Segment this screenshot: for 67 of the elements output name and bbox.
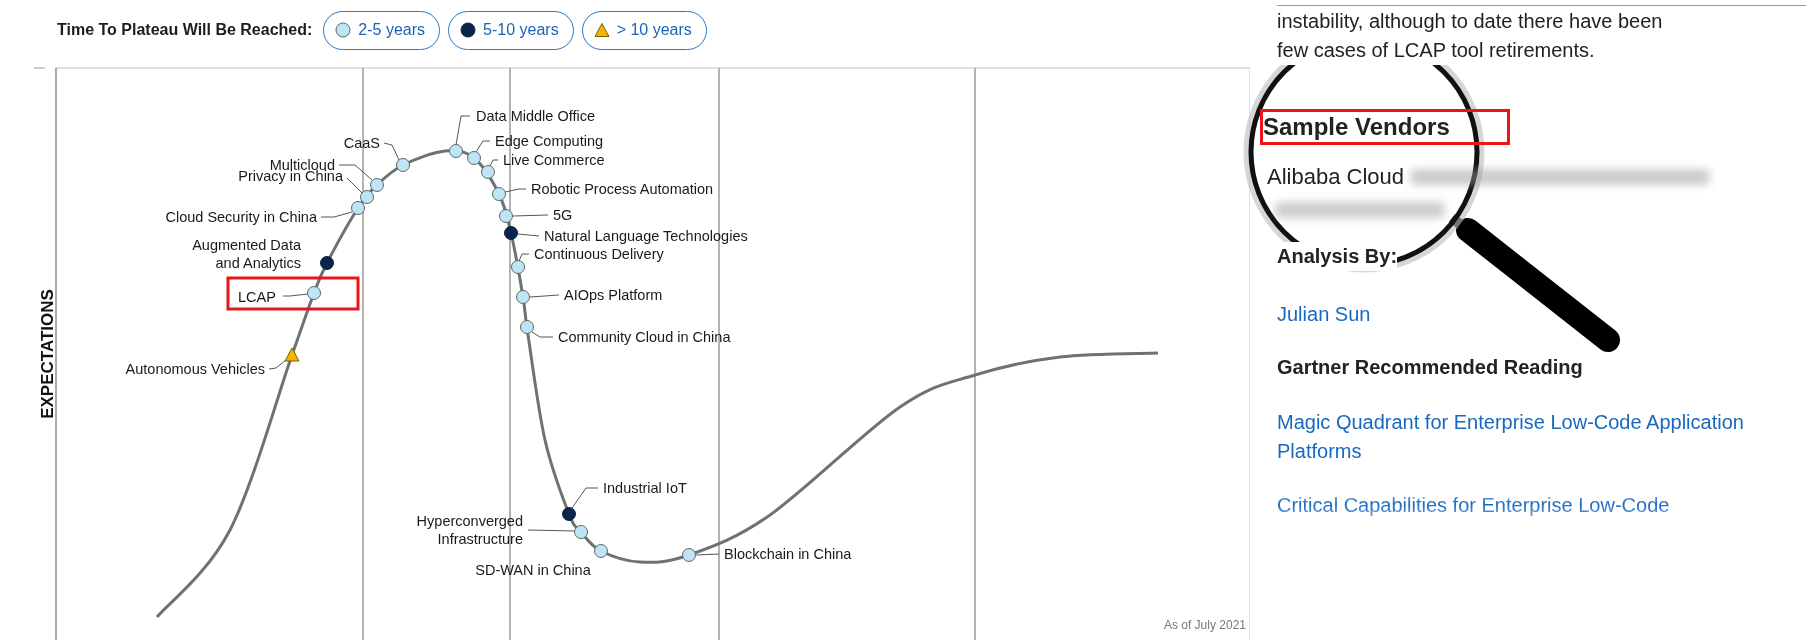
circle-marker[interactable] xyxy=(594,544,608,558)
leader-line xyxy=(475,140,491,153)
technology-label: Robotic Process Automation xyxy=(531,181,714,197)
technology-label: Hyperconverged Infrastructure xyxy=(416,513,523,547)
circle-marker[interactable] xyxy=(449,144,463,158)
technology-label: Blockchain in China xyxy=(724,546,852,562)
circle-marker[interactable] xyxy=(467,151,481,165)
leader-line xyxy=(527,529,576,532)
technology-label: Data Middle Office xyxy=(476,108,595,124)
reading-link[interactable]: Critical Capabilities for Enterprise Low-Code xyxy=(1277,491,1747,520)
technology-label: Augmented Data and Analytics xyxy=(192,237,301,271)
tick-mark xyxy=(33,67,46,69)
legend-title: Time To Plateau Will Be Reached: xyxy=(57,21,313,39)
technology-label: Continuous Delivery xyxy=(534,246,664,262)
circle-marker[interactable] xyxy=(396,158,410,172)
date-note: As of July 2021 xyxy=(1163,618,1246,632)
leader-line xyxy=(282,293,309,297)
technology-label: CaaS xyxy=(343,135,380,151)
circle-marker[interactable] xyxy=(562,507,576,521)
leader-line xyxy=(531,331,554,338)
leader-line xyxy=(383,142,400,161)
technology-label: SD-WAN in China xyxy=(475,562,591,578)
technology-label: Live Commerce xyxy=(503,152,605,168)
leader-line xyxy=(529,294,560,298)
technology-label: LCAP xyxy=(238,289,276,305)
leader-line xyxy=(571,487,599,509)
circle-marker[interactable] xyxy=(307,286,321,300)
legend-filter-button[interactable]: > 10 years xyxy=(581,10,707,50)
leader-line xyxy=(320,211,353,218)
technology-label: 5G xyxy=(553,207,573,223)
axis-label: EXPECTATIONS xyxy=(38,289,57,419)
circle-marker[interactable] xyxy=(682,548,696,562)
technology-label: Autonomous Vehicles xyxy=(125,361,265,377)
circle-marker-icon xyxy=(460,22,477,38)
leader-line xyxy=(489,159,499,167)
circle-marker-icon xyxy=(335,22,352,38)
leader-line xyxy=(695,553,720,556)
technology-label: Natural Language Technologies xyxy=(544,228,748,244)
leader-line xyxy=(455,115,471,146)
vendor-name: Alibaba Cloud xyxy=(1267,163,1404,191)
legend-filter-button[interactable]: 2-5 years xyxy=(323,10,441,50)
section-heading: Analysis By: xyxy=(1277,242,1398,271)
technology-label: AIOps Platform xyxy=(564,287,663,303)
leader-line xyxy=(518,253,530,262)
technology-label: Edge Computing xyxy=(495,133,603,149)
triangle-marker[interactable] xyxy=(284,347,300,362)
leader-line xyxy=(517,233,540,237)
circle-marker[interactable] xyxy=(574,525,588,539)
circle-marker[interactable] xyxy=(511,260,525,274)
circle-marker[interactable] xyxy=(492,187,506,201)
circle-marker[interactable] xyxy=(516,290,530,304)
reading-link[interactable]: Magic Quadrant for Enterprise Low-Code Application Platforms xyxy=(1277,408,1747,466)
leader-line xyxy=(268,359,287,370)
legend-filter-button[interactable]: 5-10 years xyxy=(448,10,574,50)
technology-label: Industrial IoT xyxy=(603,480,687,496)
circle-marker[interactable] xyxy=(481,165,495,179)
circle-marker[interactable] xyxy=(499,209,513,223)
analyst-link[interactable]: Julian Sun xyxy=(1277,300,1371,329)
circle-marker[interactable] xyxy=(320,256,334,270)
leader-line xyxy=(512,214,549,217)
circle-marker[interactable] xyxy=(520,320,534,334)
leader-line xyxy=(504,188,527,193)
section-heading: Sample Vendors xyxy=(1260,109,1510,145)
technology-label: Community Cloud in China xyxy=(558,329,731,345)
triangle-marker-icon xyxy=(593,22,610,38)
technology-label: Cloud Security in China xyxy=(165,209,317,225)
circle-marker[interactable] xyxy=(504,226,518,240)
